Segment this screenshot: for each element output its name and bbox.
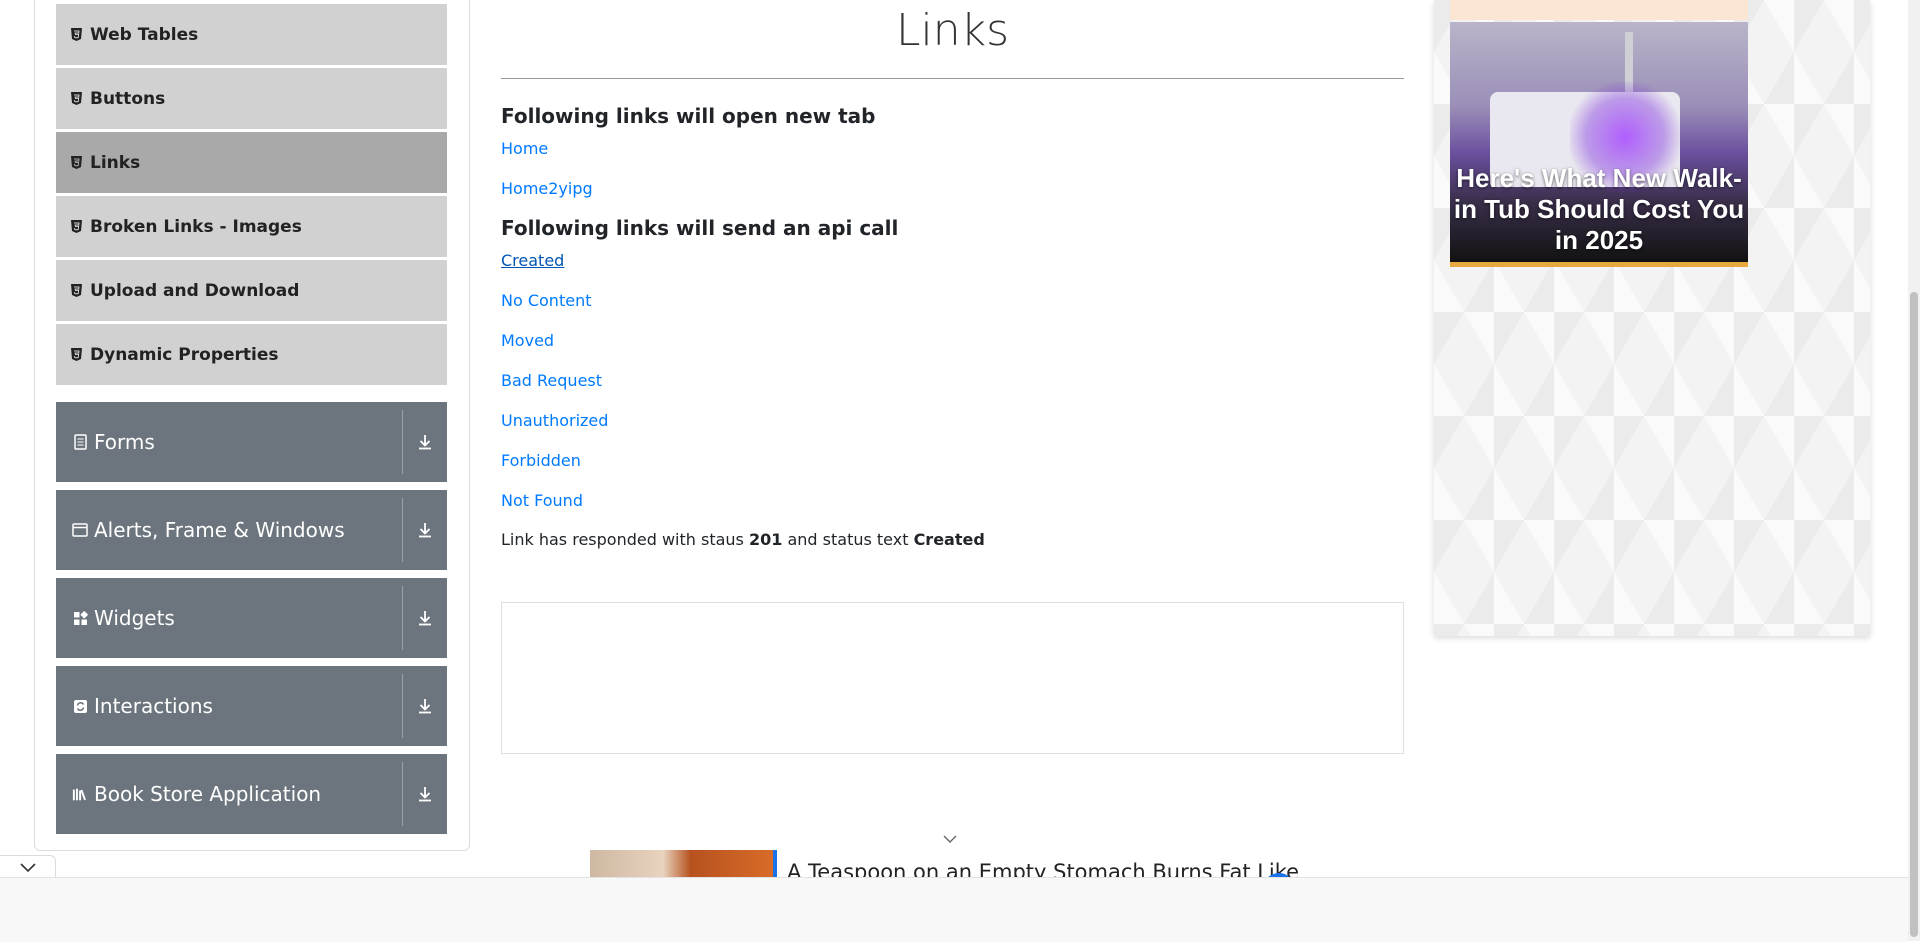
response-middle: and status text (782, 530, 914, 549)
response-prefix: Link has responded with staus (501, 530, 749, 549)
sidebar-item-label: Web Tables (90, 24, 199, 45)
download-arrow-icon[interactable] (403, 402, 447, 482)
chevron-down-icon[interactable] (941, 833, 959, 845)
sidebar-item-web-tables[interactable]: Web Tables (56, 3, 447, 65)
group-header-label: Forms (94, 430, 155, 454)
collapse-ad-toggle[interactable] (0, 855, 56, 879)
html-icon (70, 91, 83, 107)
scrollbar-thumb[interactable] (1910, 292, 1918, 937)
forbidden-link[interactable]: Forbidden (501, 451, 581, 470)
download-arrow-icon[interactable] (403, 490, 447, 570)
link-response: Link has responded with staus 201 and st… (501, 530, 985, 549)
sidebar-item-buttons[interactable]: Buttons (56, 67, 447, 129)
side-ad-headline: Here's What New Walk-in Tub Should Cost … (1453, 163, 1745, 255)
group-header-label: Alerts, Frame & Windows (94, 518, 345, 542)
interactions-icon (72, 697, 88, 715)
created-link[interactable]: Created (501, 251, 564, 270)
group-header-label: Book Store Application (94, 782, 322, 806)
response-status-code: 201 (748, 530, 783, 549)
response-status-text: Created (913, 530, 985, 549)
download-arrow-icon[interactable] (403, 578, 447, 658)
sidebar-item-label: Upload and Download (90, 280, 300, 301)
sidebar-item-dynamic-properties[interactable]: Dynamic Properties (56, 323, 447, 385)
sidebar-item-label: Buttons (90, 88, 166, 109)
group-header-interactions[interactable]: Interactions (56, 666, 447, 746)
title-divider (501, 78, 1404, 79)
group-header-alerts-frame-windows[interactable]: Alerts, Frame & Windows (56, 490, 447, 570)
books-icon (72, 785, 88, 803)
side-ad-top-strip (1450, 0, 1748, 20)
ad-placeholder (501, 602, 1404, 754)
download-arrow-icon[interactable] (403, 666, 447, 746)
chevron-down-icon (19, 858, 36, 877)
bottom-ad-bar (0, 877, 1908, 942)
sidebar-item-links[interactable]: Links (56, 131, 447, 193)
group-header-label: Interactions (94, 694, 213, 718)
new-tab-heading: Following links will open new tab (501, 104, 876, 128)
sidebar-item-label: Links (90, 152, 141, 173)
download-arrow-icon[interactable] (403, 754, 447, 834)
sidebar-item-label: Dynamic Properties (90, 344, 279, 365)
group-header-book-store-application[interactable]: Book Store Application (56, 754, 447, 834)
home-link[interactable]: Home (501, 139, 548, 158)
side-ad-image[interactable]: Here's What New Walk-in Tub Should Cost … (1450, 22, 1748, 267)
window-icon (72, 521, 88, 539)
html-icon (70, 27, 83, 43)
bad-request-link[interactable]: Bad Request (501, 371, 602, 390)
sidebar-item-label: Broken Links - Images (90, 216, 302, 237)
html-icon (70, 155, 83, 171)
sidebar-item-broken-links-images[interactable]: Broken Links - Images (56, 195, 447, 257)
widgets-icon (72, 609, 88, 627)
html-icon (70, 219, 83, 235)
api-call-heading: Following links will send an api call (501, 216, 899, 240)
group-header-label: Widgets (94, 606, 175, 630)
form-icon (72, 433, 88, 451)
bottom-ad-thumbnail[interactable] (590, 850, 777, 877)
unauthorized-link[interactable]: Unauthorized (501, 411, 608, 430)
no-content-link[interactable]: No Content (501, 291, 591, 310)
group-header-forms[interactable]: Forms (56, 402, 447, 482)
dynamic-home-link[interactable]: Home2yipg (501, 179, 593, 198)
page-title: Links (895, 5, 1010, 56)
not-found-link[interactable]: Not Found (501, 491, 583, 510)
html-icon (70, 283, 83, 299)
html-icon (70, 347, 83, 363)
sidebar-item-upload-and-download[interactable]: Upload and Download (56, 259, 447, 321)
moved-link[interactable]: Moved (501, 331, 554, 350)
group-header-widgets[interactable]: Widgets (56, 578, 447, 658)
